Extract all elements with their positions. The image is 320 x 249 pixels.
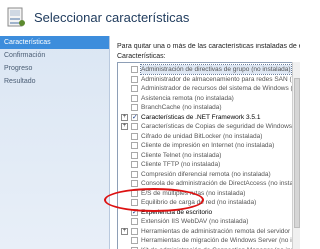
feature-checkbox[interactable]	[131, 161, 138, 168]
wizard-features-icon	[7, 7, 25, 27]
feature-checkbox[interactable]	[131, 66, 138, 73]
feature-checkbox[interactable]	[131, 151, 138, 159]
feature-row[interactable]: Asistencia remota (no instalada)	[118, 94, 299, 103]
feature-row[interactable]: E/S de múltiples rutas (no instalada)	[118, 189, 299, 198]
step-confirmation[interactable]: Confirmación	[0, 49, 109, 62]
feature-row[interactable]: ✓ Experiencia de escritorio	[118, 208, 299, 217]
feature-checkbox[interactable]	[131, 132, 138, 140]
feature-label: Equilibrio de carga de red (no instalada…	[141, 199, 257, 206]
feature-row[interactable]: Administración de directivas de grupo (n…	[118, 64, 299, 75]
expand-toggle-icon[interactable]: +	[121, 113, 128, 121]
feature-row[interactable]: Extensión IIS WebDAV (no instalada)	[118, 217, 299, 226]
feature-label: Cliente TFTP (no instalada)	[141, 161, 221, 168]
feature-label: Cliente de impresión en Internet (no ins…	[141, 142, 275, 149]
feature-checkbox[interactable]	[131, 237, 138, 244]
scrollbar-thumb[interactable]	[294, 78, 300, 228]
feature-checkbox[interactable]	[131, 104, 138, 111]
feature-row[interactable]: Administrador de recursos del sistema de…	[118, 84, 300, 93]
feature-row[interactable]: Cliente TFTP (no instalada)	[118, 160, 299, 169]
feature-row[interactable]: Administrador de almacenamiento para red…	[118, 75, 300, 84]
feature-checkbox[interactable]	[131, 123, 138, 130]
feature-row[interactable]: Compresión diferencial remota (no instal…	[118, 170, 299, 179]
feature-row[interactable]: Consola de administración de DirectAcces…	[118, 179, 300, 188]
feature-row[interactable]: + Herramientas de administración remota d…	[118, 227, 299, 236]
feature-row[interactable]: BranchCache (no instalada)	[118, 103, 299, 112]
intro-text: Para quitar una o más de las característ…	[117, 43, 300, 50]
step-result[interactable]: Resultado	[0, 75, 109, 88]
step-progress[interactable]: Progreso	[0, 62, 109, 75]
feature-label: Kit de administración de Connection Mana…	[141, 246, 299, 249]
feature-row[interactable]: + Características de Copias de seguridad …	[118, 122, 300, 131]
feature-label: E/S de múltiples rutas (no instalada)	[141, 189, 246, 197]
expand-toggle-icon[interactable]: +	[121, 123, 128, 130]
feature-checkbox[interactable]	[131, 94, 138, 102]
feature-label: Compresión diferencial remota (no instal…	[141, 170, 271, 178]
feature-row[interactable]: Equilibrio de carga de red (no instalada…	[118, 198, 299, 207]
feature-checkbox[interactable]	[131, 75, 138, 83]
feature-checkbox[interactable]	[131, 142, 138, 149]
expand-toggle-icon[interactable]: +	[121, 227, 128, 235]
feature-label: Herramientas de migración de Windows Ser…	[141, 237, 300, 244]
feature-label: BranchCache (no instalada)	[141, 104, 222, 111]
feature-row[interactable]: Cliente Telnet (no instalada)	[118, 151, 299, 160]
feature-label: Cifrado de unidad BitLocker (no instalad…	[141, 132, 263, 140]
feature-label: Cliente Telnet (no instalada)	[141, 151, 222, 159]
features-label: Características:	[117, 53, 166, 60]
feature-label: Administrador de recursos del sistema de…	[141, 85, 300, 92]
feature-label: Administrador de almacenamiento para red…	[141, 75, 300, 83]
feature-label: Características de .NET Framework 3.5.1	[141, 113, 261, 121]
feature-label: Consola de administración de DirectAcces…	[141, 180, 300, 187]
features-tree[interactable]: Administración de directivas de grupo (n…	[117, 62, 300, 249]
vertical-scrollbar[interactable]	[292, 62, 300, 249]
feature-checkbox[interactable]	[131, 170, 138, 178]
feature-checkbox[interactable]	[131, 85, 138, 92]
feature-row[interactable]: Cliente de impresión en Internet (no ins…	[118, 141, 299, 150]
wizard-steps-sidebar: Características Confirmación Progreso Re…	[0, 36, 110, 249]
feature-row[interactable]: Herramientas de migración de Windows Ser…	[118, 236, 300, 245]
feature-row[interactable]: Cifrado de unidad BitLocker (no instalad…	[118, 132, 299, 141]
feature-checkbox[interactable]	[131, 227, 138, 235]
feature-label: Administración de directivas de grupo (n…	[140, 64, 292, 75]
feature-label: Asistencia remota (no instalada)	[141, 94, 234, 102]
main-panel: Para quitar una o más de las característ…	[111, 36, 300, 249]
feature-checkbox[interactable]	[131, 189, 138, 197]
feature-row[interactable]: + ✓ Características de .NET Framework 3.5.…	[118, 113, 299, 122]
feature-checkbox[interactable]: ✓	[131, 208, 138, 216]
feature-checkbox[interactable]	[131, 218, 138, 225]
feature-label: Características de Copias de seguridad d…	[141, 123, 300, 130]
feature-checkbox[interactable]	[131, 180, 138, 187]
feature-label: Experiencia de escritorio	[141, 208, 213, 216]
step-characteristics[interactable]: Características	[0, 36, 109, 49]
feature-label: Extensión IIS WebDAV (no instalada)	[141, 218, 249, 225]
wizard-header: Seleccionar características	[0, 0, 300, 36]
feature-checkbox[interactable]: ✓	[131, 113, 138, 121]
feature-row[interactable]: Kit de administración de Connection Mana…	[118, 246, 299, 249]
feature-label: Herramientas de administración remota de…	[141, 227, 291, 235]
page-title: Seleccionar características	[34, 10, 190, 25]
feature-checkbox[interactable]	[131, 199, 138, 206]
